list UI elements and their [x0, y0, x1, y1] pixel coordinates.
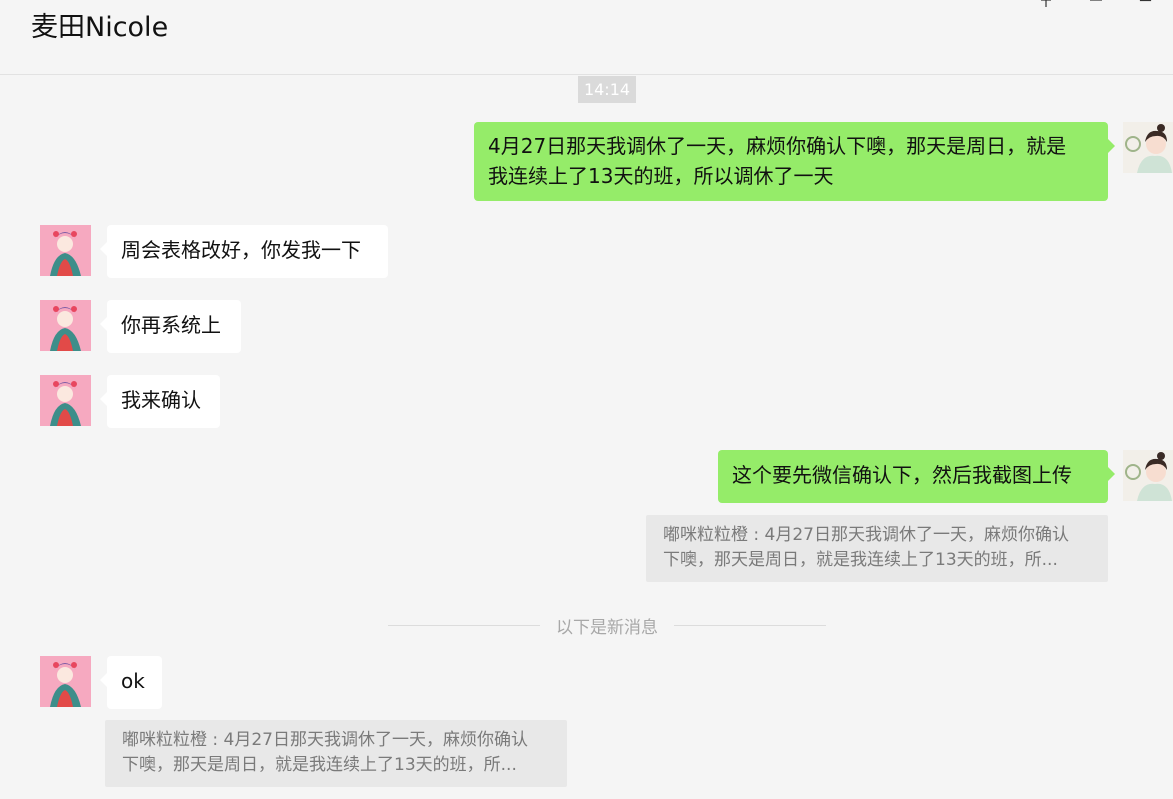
- message-text: ok: [121, 669, 145, 693]
- maximize-icon[interactable]: [1138, 0, 1154, 8]
- message-text: 周会表格改好，你发我一下: [121, 238, 361, 262]
- quoted-text-line: 嘟咪粒粒橙 : 4月27日那天我调休了一天，麻烦你确认: [663, 525, 1069, 545]
- divider-label: 以下是新消息: [556, 617, 658, 638]
- message-text: 这个要先微信确认下，然后我截图上传: [732, 463, 1072, 487]
- divider-line: [388, 624, 540, 626]
- message-timestamp: 14:14: [578, 76, 636, 103]
- quoted-message[interactable]: 嘟咪粒粒橙 : 4月27日那天我调休了一天，麻烦你确认 下噢，那天是周日，就是我…: [646, 515, 1108, 582]
- my-avatar[interactable]: [1123, 450, 1173, 501]
- quoted-text-line: 嘟咪粒粒橙 : 4月27日那天我调休了一天，麻烦你确认: [122, 730, 528, 750]
- quoted-text-line: 下噢，那天是周日，就是我连续上了13天的班，所...: [663, 550, 1058, 570]
- message-text: 你再系统上: [121, 313, 221, 337]
- my-avatar[interactable]: [1123, 122, 1173, 173]
- contact-avatar[interactable]: [40, 300, 91, 351]
- contact-avatar[interactable]: [40, 375, 91, 426]
- chat-header: 麦田Nicole: [0, 0, 1173, 75]
- divider-line: [674, 624, 826, 626]
- contact-avatar[interactable]: [40, 225, 91, 276]
- quoted-message[interactable]: 嘟咪粒粒橙 : 4月27日那天我调休了一天，麻烦你确认 下噢，那天是周日，就是我…: [105, 720, 567, 787]
- pin-icon[interactable]: [1038, 0, 1054, 8]
- message-bubble-received[interactable]: 我来确认: [100, 375, 220, 428]
- message-text-line: 4月27日那天我调休了一天，麻烦你确认下噢，那天是周日，就是: [488, 134, 1067, 158]
- message-bubble-received[interactable]: 你再系统上: [100, 300, 241, 353]
- contact-avatar[interactable]: [40, 656, 91, 707]
- message-bubble-sent[interactable]: 这个要先微信确认下，然后我截图上传: [718, 450, 1115, 503]
- new-messages-divider: 以下是新消息: [388, 610, 826, 640]
- chat-title: 麦田Nicole: [31, 12, 169, 43]
- message-text: 我来确认: [121, 388, 201, 412]
- message-bubble-sent[interactable]: 4月27日那天我调休了一天，麻烦你确认下噢，那天是周日，就是 我连续上了13天的…: [474, 122, 1115, 201]
- quoted-text-line: 下噢，那天是周日，就是我连续上了13天的班，所...: [122, 755, 517, 775]
- minimize-icon[interactable]: [1088, 0, 1104, 8]
- message-bubble-received[interactable]: 周会表格改好，你发我一下: [100, 225, 388, 278]
- message-bubble-received[interactable]: ok: [100, 656, 162, 709]
- message-text-line: 我连续上了13天的班，所以调休了一天: [488, 164, 834, 188]
